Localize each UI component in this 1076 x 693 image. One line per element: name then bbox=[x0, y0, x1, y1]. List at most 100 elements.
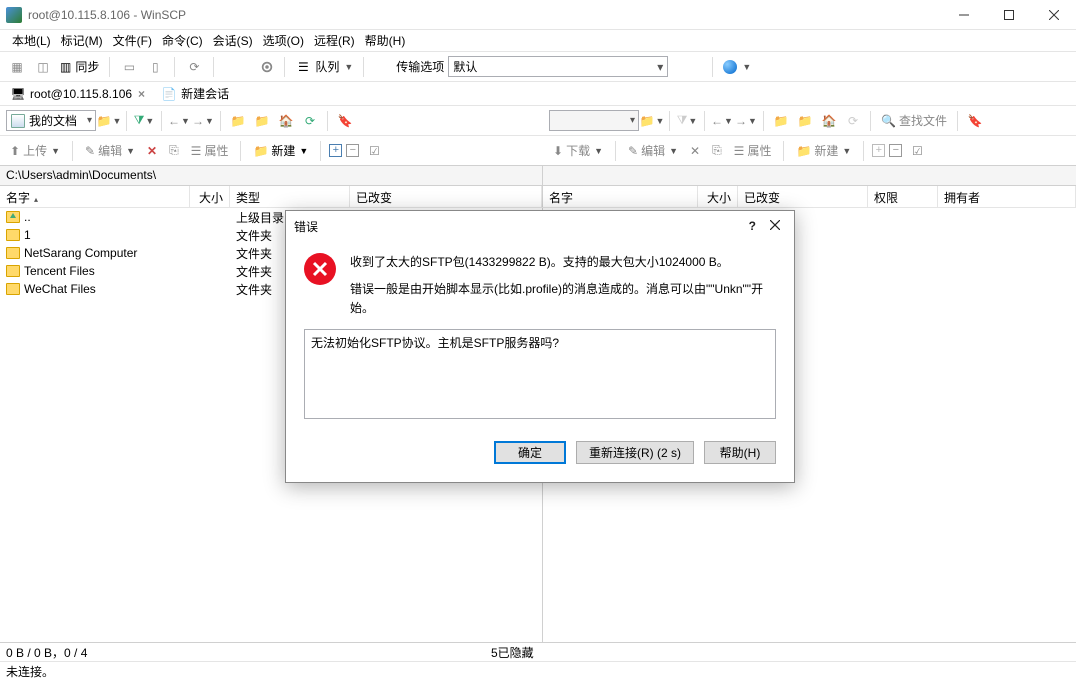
back-icon[interactable]: ←▼ bbox=[168, 110, 190, 132]
menu-commands[interactable]: 命令(C) bbox=[158, 30, 207, 51]
remote-props-button[interactable]: ☰ 属性 bbox=[730, 140, 776, 161]
remote-home-icon[interactable]: 🏠 bbox=[818, 110, 840, 132]
navigation-bar: 我的文档 📁▼ ⧩▼ ←▼ →▼ 📁 📁 🏠 ⟳ 🔖 📁▼ ⧩▼ ←▼ →▼ 📁… bbox=[0, 106, 1076, 136]
root-dir-icon[interactable]: 📁 bbox=[251, 110, 273, 132]
misc-button[interactable]: ⎘ bbox=[165, 141, 183, 160]
close-button[interactable] bbox=[1031, 0, 1076, 29]
window-controls bbox=[941, 0, 1076, 29]
local-location-label: 我的文档 bbox=[29, 112, 77, 129]
reconnect-button[interactable]: 重新连接(R) (2 s) bbox=[576, 441, 694, 464]
terminal-icon[interactable]: ▭ bbox=[118, 56, 140, 78]
console-icon[interactable]: ▯ bbox=[144, 56, 166, 78]
menu-mark[interactable]: 标记(M) bbox=[57, 30, 107, 51]
new-session-icon: 📄 bbox=[161, 86, 177, 102]
invert-select-icon[interactable]: ☑ bbox=[363, 140, 385, 162]
window-titlebar: root@10.115.8.106 - WinSCP bbox=[0, 0, 1076, 30]
download-button[interactable]: ⬇ 下载▼ bbox=[549, 140, 607, 161]
path-bar: C:\Users\admin\Documents\ bbox=[0, 166, 1076, 186]
remote-location-dropdown[interactable] bbox=[549, 110, 639, 131]
remote-bookmark-icon[interactable]: 🔖 bbox=[964, 110, 986, 132]
menu-options[interactable]: 选项(O) bbox=[259, 30, 308, 51]
rcol-owner[interactable]: 拥有者 bbox=[938, 186, 1076, 207]
sync-browse-icon[interactable]: ▦ bbox=[6, 56, 28, 78]
rcol-size[interactable]: 大小 bbox=[698, 186, 738, 207]
col-modified[interactable]: 已改变 bbox=[350, 186, 542, 207]
new-button[interactable]: 📁 新建▼ bbox=[249, 140, 312, 161]
transfer-preset-select[interactable]: 默认 bbox=[448, 56, 668, 77]
local-nav-pane: 我的文档 📁▼ ⧩▼ ←▼ →▼ 📁 📁 🏠 ⟳ 🔖 bbox=[0, 106, 543, 135]
bookmark-icon[interactable]: 🔖 bbox=[334, 110, 356, 132]
sync-label: 同步 bbox=[75, 58, 99, 75]
maximize-button[interactable] bbox=[986, 0, 1031, 29]
dialog-title: 错误 bbox=[294, 218, 318, 235]
upload-button[interactable]: ⬆ 上传▼ bbox=[6, 140, 64, 161]
remote-misc-button[interactable]: ⎘ bbox=[708, 141, 726, 160]
rcol-rights[interactable]: 权限 bbox=[868, 186, 938, 207]
dialog-close-icon[interactable] bbox=[764, 219, 786, 233]
remote-edit-button[interactable]: ✎ 编辑▼ bbox=[624, 140, 682, 161]
menu-session[interactable]: 会话(S) bbox=[209, 30, 257, 51]
ok-button[interactable]: 确定 bbox=[494, 441, 566, 464]
col-type[interactable]: 类型 bbox=[230, 186, 350, 207]
rcol-name[interactable]: 名字 bbox=[543, 186, 698, 207]
window-title: root@10.115.8.106 - WinSCP bbox=[28, 8, 941, 22]
remote-open-folder-icon[interactable]: 📁▼ bbox=[641, 110, 663, 132]
remote-new-button[interactable]: 📁 新建▼ bbox=[792, 140, 855, 161]
local-headers: 名字▴ 大小 类型 已改变 bbox=[0, 186, 543, 207]
props-button[interactable]: ☰ 属性 bbox=[187, 140, 233, 161]
remote-reload-icon[interactable]: ⟳ bbox=[842, 110, 864, 132]
select-all-icon[interactable]: + bbox=[329, 144, 342, 157]
remote-deselect-all-icon[interactable]: − bbox=[889, 144, 902, 157]
find-files-button[interactable]: 🔍 查找文件 bbox=[877, 110, 951, 131]
help-button[interactable]: 帮助(H) bbox=[704, 441, 776, 464]
col-name[interactable]: 名字▴ bbox=[0, 186, 190, 207]
open-folder-icon[interactable]: 📁▼ bbox=[98, 110, 120, 132]
deselect-all-icon[interactable]: − bbox=[346, 144, 359, 157]
error-detail[interactable] bbox=[304, 329, 776, 419]
sessions-button[interactable]: ▼ bbox=[721, 60, 753, 74]
forward-icon[interactable]: →▼ bbox=[192, 110, 214, 132]
close-tab-icon[interactable]: × bbox=[138, 87, 145, 101]
filter-icon[interactable]: ⧩▼ bbox=[133, 110, 155, 132]
remote-filter-icon[interactable]: ⧩▼ bbox=[676, 110, 698, 132]
home-icon[interactable]: 🏠 bbox=[275, 110, 297, 132]
menu-local[interactable]: 本地(L) bbox=[8, 30, 55, 51]
remote-parent-icon[interactable]: 📁 bbox=[770, 110, 792, 132]
edit-button[interactable]: ✎ 编辑▼ bbox=[81, 140, 139, 161]
file-name-label: 1 bbox=[24, 228, 31, 242]
file-name-label: WeChat Files bbox=[24, 282, 96, 296]
remote-root-icon[interactable]: 📁 bbox=[794, 110, 816, 132]
remote-select-all-icon[interactable]: + bbox=[872, 144, 885, 157]
menu-remote[interactable]: 远程(R) bbox=[310, 30, 359, 51]
minimize-button[interactable] bbox=[941, 0, 986, 29]
session-tab-active[interactable]: 🖥 root@10.115.8.106 × bbox=[6, 84, 149, 104]
col-size[interactable]: 大小 bbox=[190, 186, 230, 207]
reload-icon[interactable]: ⟳ bbox=[299, 110, 321, 132]
remote-delete-button[interactable]: ✕ bbox=[686, 142, 704, 160]
local-location-dropdown[interactable]: 我的文档 bbox=[6, 110, 96, 131]
remote-forward-icon[interactable]: →▼ bbox=[735, 110, 757, 132]
sync-button[interactable]: ▥ 同步 bbox=[58, 58, 101, 75]
parent-dir-icon[interactable]: 📁 bbox=[227, 110, 249, 132]
queue-label: 队列 bbox=[315, 58, 339, 75]
find-label: 查找文件 bbox=[899, 112, 947, 129]
delete-button[interactable]: ✕ bbox=[143, 142, 161, 160]
menu-files[interactable]: 文件(F) bbox=[109, 30, 156, 51]
new-session-tab[interactable]: 📄 新建会话 bbox=[157, 83, 233, 104]
gear-button[interactable] bbox=[258, 60, 276, 74]
dialog-titlebar: 错误 ? bbox=[286, 211, 794, 241]
menu-help[interactable]: 帮助(H) bbox=[361, 30, 410, 51]
queue-button[interactable]: ☰ 队列 ▼ bbox=[293, 58, 355, 75]
rcol-modified[interactable]: 已改变 bbox=[738, 186, 868, 207]
folder-icon bbox=[6, 247, 20, 259]
remote-back-icon[interactable]: ←▼ bbox=[711, 110, 733, 132]
new-label: 新建 bbox=[271, 142, 295, 159]
compare-icon[interactable]: ◫ bbox=[32, 56, 54, 78]
dialog-help-icon[interactable]: ? bbox=[741, 219, 764, 233]
upload-label: 上传 bbox=[23, 142, 47, 159]
local-action-pane: ⬆ 上传▼ ✎ 编辑▼ ✕ ⎘ ☰ 属性 📁 新建▼ + − ☑ bbox=[0, 136, 543, 165]
remote-invert-select-icon[interactable]: ☑ bbox=[906, 140, 928, 162]
transfer-value: 默认 bbox=[453, 58, 477, 75]
file-name-label: NetSarang Computer bbox=[24, 246, 137, 260]
refresh-icon[interactable]: ⟳ bbox=[183, 56, 205, 78]
